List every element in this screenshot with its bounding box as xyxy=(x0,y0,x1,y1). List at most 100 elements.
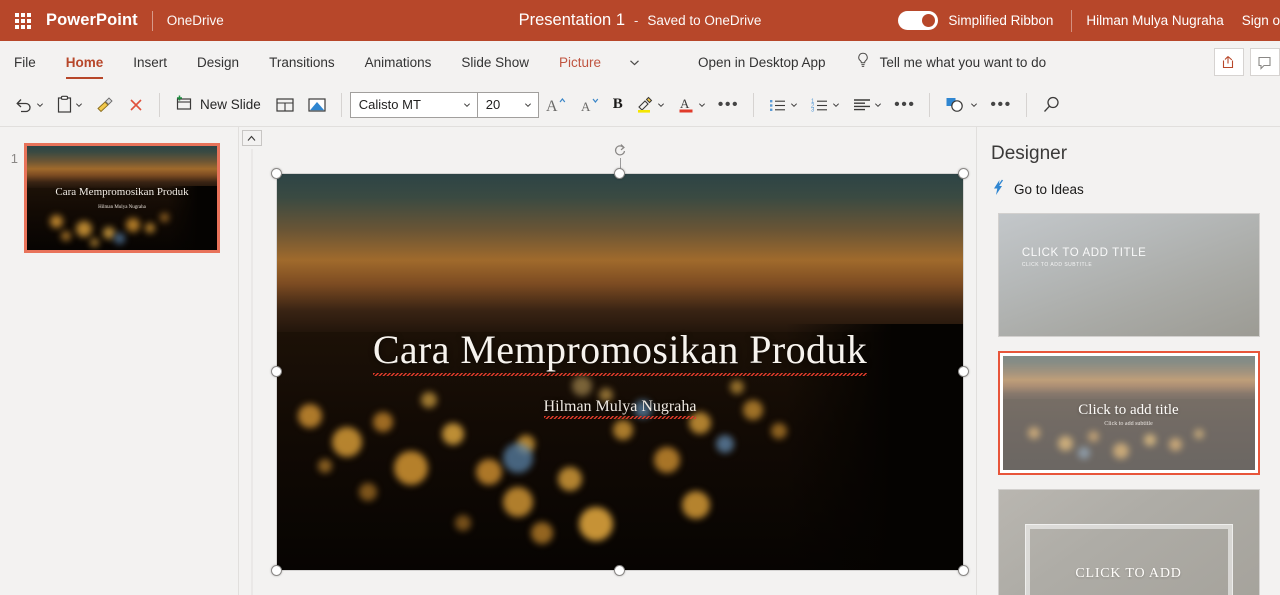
open-in-desktop-app-button[interactable]: Open in Desktop App xyxy=(683,41,841,83)
toolbar-divider-4 xyxy=(929,92,931,117)
ribbon-right-actions xyxy=(1214,41,1280,83)
numbering-icon[interactable]: 1 2 3 xyxy=(804,89,846,121)
svg-text:A: A xyxy=(546,98,558,114)
font-group: Calisto MT 20 xyxy=(349,91,539,118)
tab-transitions[interactable]: Transitions xyxy=(254,41,350,83)
more-drawing-options-icon[interactable]: ••• xyxy=(984,89,1017,121)
ribbon-tab-strip: File Home Insert Design Transitions Anim… xyxy=(0,41,1280,83)
font-color-icon[interactable]: A xyxy=(671,89,712,121)
title-bar: PowerPoint OneDrive Presentation 1 - Sav… xyxy=(0,0,1280,41)
design-idea-2-subtitle: Click to add subtitle xyxy=(1104,420,1153,427)
new-slide-button[interactable]: New Slide xyxy=(168,89,269,121)
titlebar-right-group: Simplified Ribbon Hilman Mulya Nugraha S… xyxy=(898,9,1280,32)
design-idea-1[interactable]: CLICK TO ADD TITLE CLICK TO ADD SUBTITLE xyxy=(997,213,1260,337)
search-icon[interactable] xyxy=(1035,89,1069,121)
design-idea-1-title: CLICK TO ADD TITLE xyxy=(1021,246,1147,259)
thumbnail-subtitle: Hilman Mulya Nugraha xyxy=(98,205,146,210)
svg-text:A: A xyxy=(581,99,591,114)
svg-text:A: A xyxy=(680,96,690,111)
designer-panel: Designer Go to Ideas CLICK TO ADD TITLE … xyxy=(976,127,1280,595)
slide-subtitle[interactable]: Hilman Mulya Nugraha xyxy=(543,397,697,419)
scroll-up-arrow-icon[interactable] xyxy=(241,130,262,146)
align-left-icon[interactable] xyxy=(846,89,888,121)
slide-number: 1 xyxy=(10,151,18,166)
bold-label: B xyxy=(612,96,623,112)
bullets-icon[interactable] xyxy=(762,89,804,121)
sign-out-link[interactable]: Sign o xyxy=(1224,13,1280,28)
toolbar-divider-5 xyxy=(1025,92,1027,117)
slides-thumbnail-panel: 1 Cara Mempromosikan Produk Hilman Mulya… xyxy=(0,127,238,595)
design-idea-2-title: Click to add title xyxy=(1078,401,1179,418)
titlebar-divider-2 xyxy=(1071,9,1073,32)
slide-title[interactable]: Cara Mempromosikan Produk xyxy=(372,325,868,376)
storage-location-label[interactable]: OneDrive xyxy=(153,13,224,28)
more-paragraph-options-icon[interactable]: ••• xyxy=(888,89,921,121)
app-name[interactable]: PowerPoint xyxy=(46,11,152,30)
text-highlight-icon[interactable] xyxy=(629,89,671,121)
designer-heading: Designer xyxy=(991,143,1068,164)
font-size-value: 20 xyxy=(485,97,501,112)
resize-handle-top-left[interactable] xyxy=(271,168,282,179)
font-family-value: Calisto MT xyxy=(358,97,421,112)
toolbar-divider-3 xyxy=(753,92,755,117)
app-launcher-icon[interactable] xyxy=(0,12,46,29)
selected-slide-object[interactable]: Cara Mempromosikan Produk Hilman Mulya N… xyxy=(271,144,969,576)
simplified-toolbar: New Slide Calisto MT 20 A A B A ••• 1 2 … xyxy=(0,83,1280,127)
simplified-ribbon-toggle[interactable] xyxy=(898,11,939,30)
shrink-font-icon[interactable]: A xyxy=(573,89,607,121)
resize-handle-top-center[interactable] xyxy=(614,168,625,179)
document-title[interactable]: Presentation 1 xyxy=(519,11,625,30)
tab-file[interactable]: File xyxy=(0,41,51,83)
tab-slide-show[interactable]: Slide Show xyxy=(446,41,544,83)
tell-me-label: Tell me what you want to do xyxy=(879,54,1047,70)
save-status-label[interactable]: Saved to OneDrive xyxy=(647,13,761,28)
font-family-select[interactable]: Calisto MT xyxy=(351,93,477,117)
resize-handle-middle-left[interactable] xyxy=(271,366,282,377)
rotate-handle-icon[interactable] xyxy=(612,142,628,174)
slide-thumbnail-1[interactable]: Cara Mempromosikan Produk Hilman Mulya N… xyxy=(24,143,220,253)
resize-handle-bottom-center[interactable] xyxy=(614,565,625,576)
toolbar-divider-2 xyxy=(340,92,342,117)
share-icon[interactable] xyxy=(1214,48,1244,76)
tell-me-search[interactable]: Tell me what you want to do xyxy=(841,41,1062,83)
slide-text-content[interactable]: Cara Mempromosikan Produk Hilman Mulya N… xyxy=(277,174,963,570)
chevron-down-icon[interactable] xyxy=(616,41,653,83)
tab-design[interactable]: Design xyxy=(182,41,254,83)
design-idea-2[interactable]: Click to add title Click to add subtitle xyxy=(997,351,1260,475)
account-name[interactable]: Hilman Mulya Nugraha xyxy=(1086,13,1223,28)
svg-text:3: 3 xyxy=(811,107,815,112)
design-idea-3[interactable]: CLICK TO ADD xyxy=(997,489,1260,595)
design-idea-1-subtitle: CLICK TO ADD SUBTITLE xyxy=(1021,261,1093,268)
toolbar-divider-1 xyxy=(159,92,160,117)
slide-editing-area: Cara Mempromosikan Produk Hilman Mulya N… xyxy=(264,127,976,595)
slide-canvas[interactable]: Cara Mempromosikan Produk Hilman Mulya N… xyxy=(277,174,963,570)
resize-handle-middle-right[interactable] xyxy=(958,366,969,377)
lightning-bolt-icon xyxy=(991,179,1006,199)
tab-picture[interactable]: Picture xyxy=(544,41,616,83)
comments-icon[interactable] xyxy=(1250,48,1280,76)
font-size-select[interactable]: 20 xyxy=(478,93,538,117)
format-painter-icon[interactable] xyxy=(89,89,121,121)
tab-home[interactable]: Home xyxy=(51,41,119,83)
slides-panel-scrollbar[interactable] xyxy=(238,127,264,595)
new-slide-icon xyxy=(174,94,193,116)
picture-icon[interactable] xyxy=(301,89,333,121)
more-font-options-icon[interactable]: ••• xyxy=(712,89,745,121)
tab-animations[interactable]: Animations xyxy=(350,41,447,83)
undo-icon[interactable] xyxy=(8,89,50,121)
grow-font-icon[interactable]: A xyxy=(539,89,573,121)
bold-button[interactable]: B xyxy=(607,89,629,121)
slide-layout-icon[interactable] xyxy=(269,89,301,121)
delete-x-icon[interactable] xyxy=(121,89,151,121)
shapes-icon[interactable] xyxy=(938,89,984,121)
resize-handle-bottom-right[interactable] xyxy=(958,565,969,576)
lightbulb-icon xyxy=(856,52,870,72)
paste-icon[interactable] xyxy=(50,89,89,121)
tab-insert[interactable]: Insert xyxy=(118,41,182,83)
title-dash: - xyxy=(634,13,639,28)
simplified-ribbon-group: Simplified Ribbon xyxy=(898,11,1069,30)
go-to-ideas-link[interactable]: Go to Ideas xyxy=(977,165,1280,199)
resize-handle-top-right[interactable] xyxy=(958,168,969,179)
simplified-ribbon-label: Simplified Ribbon xyxy=(948,13,1054,28)
resize-handle-bottom-left[interactable] xyxy=(271,565,282,576)
